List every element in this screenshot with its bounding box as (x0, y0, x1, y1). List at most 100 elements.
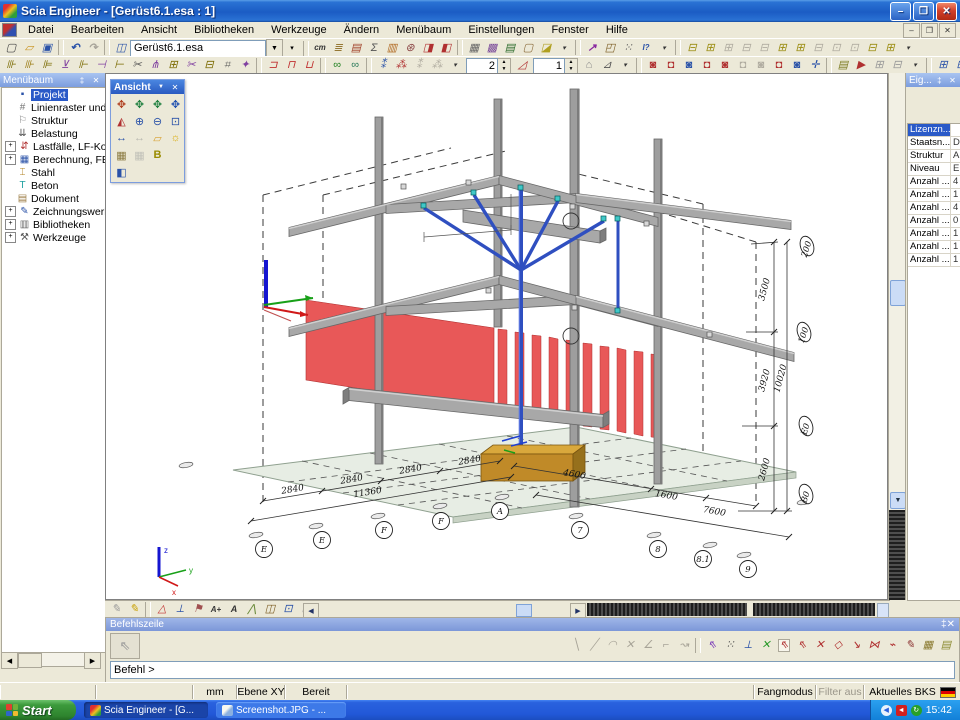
tree-belastung[interactable]: ⇊ Belastung (2, 127, 105, 140)
triangle-icon[interactable]: △ (153, 602, 171, 618)
copy-tool-icon[interactable]: ⁑ (374, 58, 392, 74)
tree-dokument[interactable]: ▤ Dokument (2, 192, 105, 205)
property-row[interactable]: Anzahl ... 1 (908, 254, 960, 267)
workspace-icon[interactable]: ◫ (112, 40, 130, 56)
calc-save-icon[interactable]: ▤ (834, 58, 852, 74)
units-icon[interactable]: cm (311, 40, 329, 56)
flag-icon[interactable]: ⚑ (189, 602, 207, 618)
ucs-indicator[interactable]: Aktuelles BKS (864, 685, 960, 699)
caret-icon[interactable]: ▾ (555, 40, 573, 56)
view-window-icon[interactable]: ⊟ (755, 40, 773, 56)
menu-hilfe[interactable]: Hilfe (599, 23, 635, 37)
member-tool-icon[interactable]: ⊢ (110, 58, 128, 74)
save-icon[interactable]: ▣ (38, 40, 56, 56)
terrain-icon[interactable]: ⋀ (243, 602, 261, 618)
property-row[interactable]: Lizenzn... (908, 124, 960, 137)
sidebar-scrollbar[interactable]: ◀ ▶ (1, 652, 101, 667)
scroll-left-icon[interactable]: ◀ (1, 652, 18, 669)
property-row[interactable]: Staatsn... D (908, 137, 960, 150)
snap-point-icon[interactable]: ⇖ (793, 638, 811, 654)
connect-icon[interactable]: ⊓ (282, 58, 300, 74)
zoom-window-icon[interactable]: ⊡ (167, 113, 184, 129)
support-icon[interactable]: ◘ (698, 58, 716, 74)
ortho-icon[interactable]: ⟂ (739, 638, 757, 654)
tree-beton[interactable]: T Beton (2, 179, 105, 192)
link-icon[interactable]: ∞ (328, 58, 346, 74)
mdi-minimize-button[interactable]: – (903, 23, 920, 38)
tree-lastfaelle[interactable]: + ⇵ Lastfälle, LF-Komb (2, 140, 105, 153)
scroll-down-icon[interactable]: ▼ (890, 492, 906, 509)
clipboard-icon[interactable]: ▤ (937, 638, 955, 654)
hscrollbar-thumb[interactable] (516, 604, 532, 617)
link-icon[interactable]: ∞ (346, 58, 364, 74)
tray-chevron-icon[interactable]: ◀ (881, 705, 892, 716)
snap-mid-icon[interactable]: ◇ (829, 638, 847, 654)
view-window-icon[interactable]: ⊟ (863, 40, 881, 56)
scroll-right-icon[interactable]: ▶ (84, 652, 101, 669)
cursor-snap-icon[interactable]: ⇖ (703, 638, 721, 654)
tray-app-icon-red[interactable]: ◄ (896, 705, 907, 716)
roof-icon[interactable]: ⌂ (580, 58, 598, 74)
spinner-up-icon[interactable]: ▲ (498, 59, 510, 66)
tree-stahl[interactable]: ⌶ Stahl (2, 166, 105, 179)
support-icon[interactable]: ◙ (752, 58, 770, 74)
scroll-left-icon[interactable]: ◀ (303, 603, 319, 618)
scrollbar-thumb[interactable] (18, 653, 42, 668)
hinge-icon[interactable]: ✛ (806, 58, 824, 74)
activity-spinner[interactable]: 2 ▲▼ (466, 58, 511, 74)
storey-icon[interactable]: ⊿ (598, 58, 616, 74)
calc-icon[interactable]: ⊟ (888, 58, 906, 74)
view-top-icon[interactable]: ✥ (149, 96, 166, 112)
pin-icon[interactable]: ‡ (934, 75, 945, 86)
spinner-down-icon[interactable]: ▼ (498, 66, 510, 73)
menu-bearbeiten[interactable]: Bearbeiten (64, 23, 131, 37)
line-tool-icon[interactable]: ╱ (585, 638, 603, 654)
view-window-icon[interactable]: ⊞ (701, 40, 719, 56)
view-side-icon[interactable]: ✥ (131, 96, 148, 112)
snap-mode-indicator[interactable]: Fangmodus (754, 685, 816, 699)
corner-tool-icon[interactable]: ⌐ (657, 638, 675, 654)
light-icon[interactable]: ☼ (167, 130, 184, 146)
combo-caret-icon[interactable]: ▾ (283, 40, 301, 56)
zoom-all-icon[interactable]: ↔ (113, 130, 130, 146)
menu-datei[interactable]: Datei (21, 23, 61, 37)
cut2-icon[interactable]: ✂ (182, 58, 200, 74)
text-icon[interactable]: A (225, 602, 243, 618)
connect-icon[interactable]: ⊐ (264, 58, 282, 74)
print-icon[interactable]: ▦ (465, 40, 483, 56)
axo-icon[interactable]: ◭ (113, 113, 130, 129)
caret-icon[interactable]: ▾ (655, 40, 673, 56)
member-tool-icon[interactable]: ⊩ (74, 58, 92, 74)
cross-tool-icon[interactable]: ✕ (621, 638, 639, 654)
ruler-icon[interactable]: ▦ (919, 638, 937, 654)
model-viewport[interactable]: 2840 2840 2840 2840 11360 4600 1600 7600… (105, 73, 888, 600)
restore-button[interactable]: ❐ (913, 2, 934, 21)
tree-werkzeuge[interactable]: + ⚒ Werkzeuge (2, 231, 105, 244)
axis-icon[interactable]: ⟂ (171, 602, 189, 618)
support-icon[interactable]: ◙ (644, 58, 662, 74)
gallery-icon[interactable]: ▩ (483, 40, 501, 56)
caret-icon[interactable]: ▾ (906, 58, 924, 74)
member-tool-icon[interactable]: ⋔ (146, 58, 164, 74)
view-window-icon[interactable]: ⊞ (881, 40, 899, 56)
property-row[interactable]: Anzahl ... 1 (908, 228, 960, 241)
expand-icon[interactable]: + (5, 219, 16, 230)
menu-fenster[interactable]: Fenster (544, 23, 595, 37)
window-view-icon[interactable]: ◧ (113, 164, 130, 180)
tree-struktur[interactable]: ⚐ Struktur (2, 114, 105, 127)
tree-zeichnung[interactable]: + ✎ Zeichnungswerkz (2, 205, 105, 218)
snap-point-icon[interactable]: ⇖ (775, 638, 793, 654)
layers-icon[interactable]: ≣ (329, 40, 347, 56)
dialog2-icon[interactable]: ◧ (437, 40, 455, 56)
plane-indicator[interactable]: Ebene XY (237, 685, 285, 699)
spacer[interactable] (167, 147, 184, 163)
view-window-icon[interactable]: ⊞ (773, 40, 791, 56)
zoom-out-icon[interactable]: ⊖ (149, 113, 166, 129)
expand-icon[interactable]: + (5, 232, 16, 243)
caret-icon[interactable]: ▾ (899, 40, 917, 56)
project-combobox[interactable]: Gerüst6.1.esa ▼ (130, 40, 283, 57)
document-icon[interactable] (2, 23, 17, 37)
tree-linienraster[interactable]: # Linienraster und G (2, 101, 105, 114)
member-tool-icon[interactable]: ⊟ (200, 58, 218, 74)
member-tool-icon[interactable]: ⊪ (2, 58, 20, 74)
